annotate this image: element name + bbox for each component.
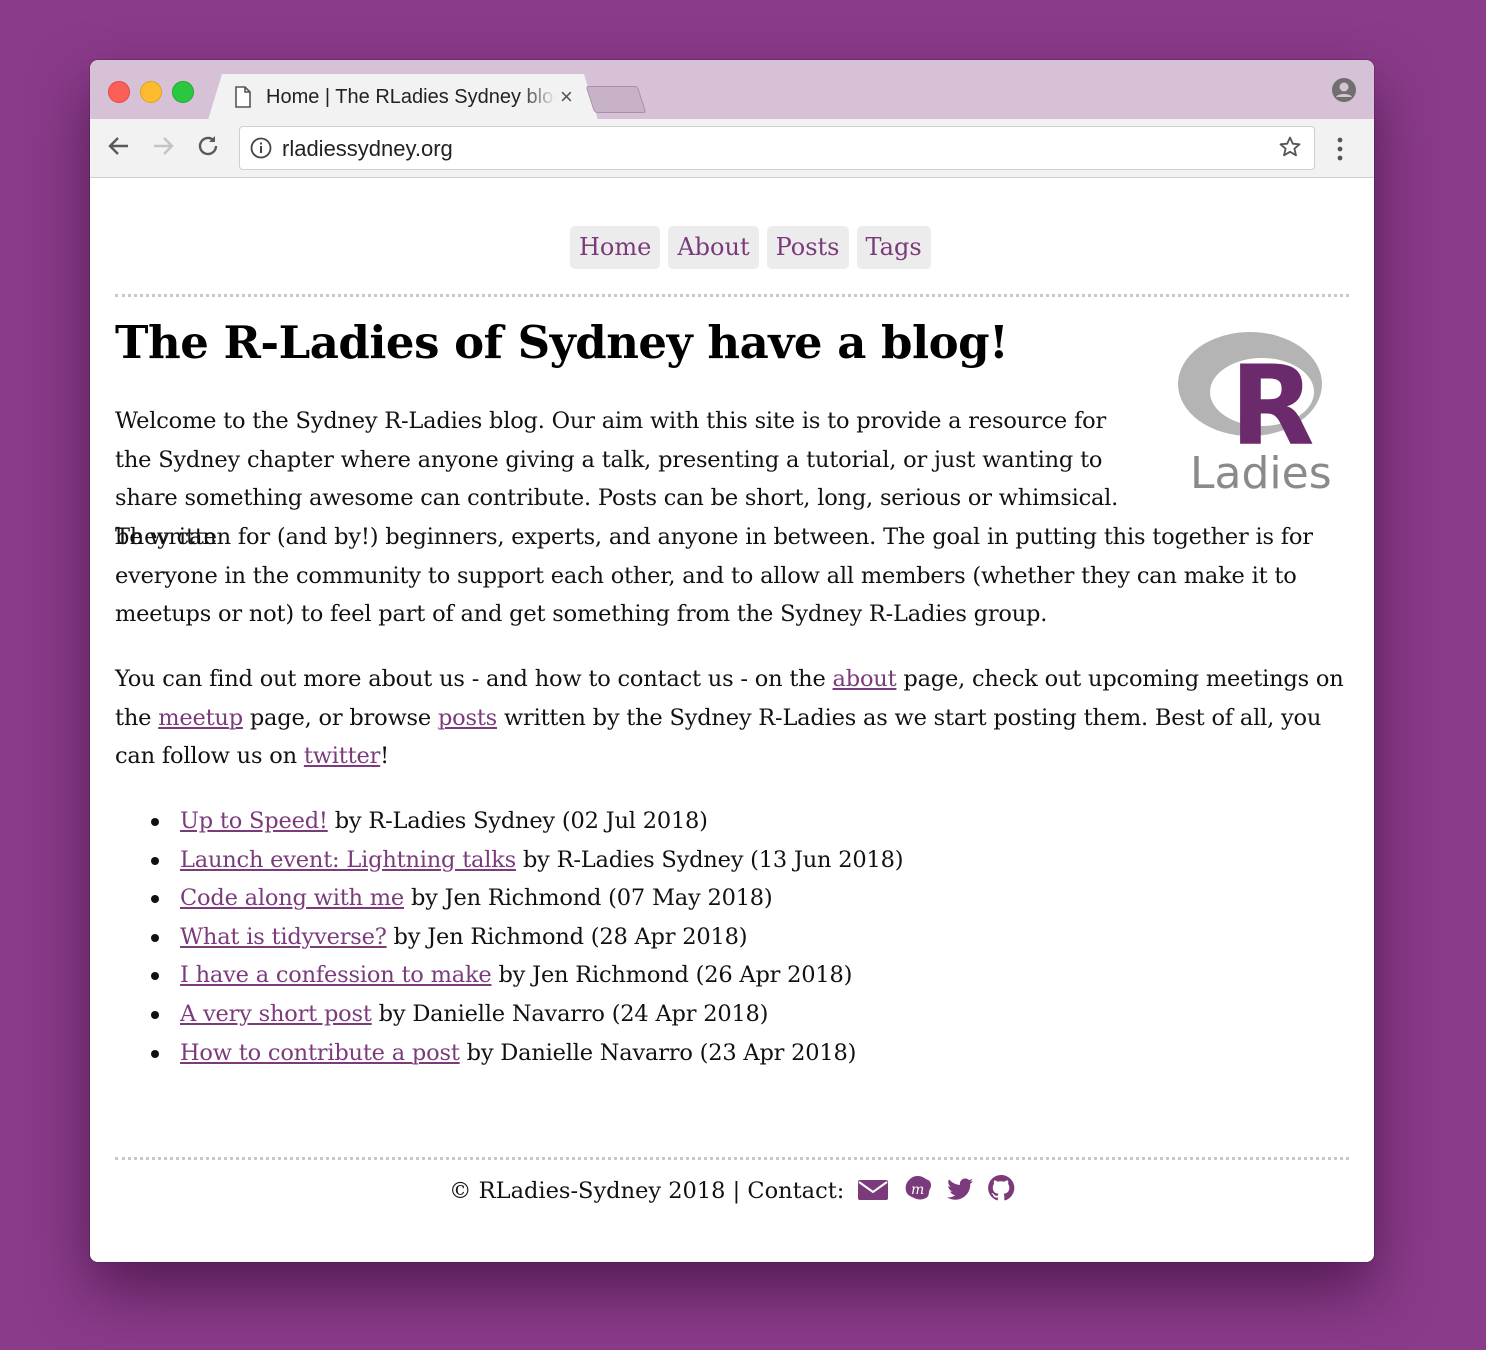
meetup-link[interactable]: meetup bbox=[158, 705, 243, 731]
window-maximize-button[interactable] bbox=[172, 81, 194, 103]
footer-divider bbox=[115, 1157, 1349, 1160]
nav-home[interactable]: Home bbox=[570, 226, 661, 269]
post-link[interactable]: A very short post bbox=[180, 1001, 372, 1027]
browser-tab[interactable]: Home | The RLadies Sydney blog × bbox=[208, 74, 598, 120]
posts-link[interactable]: posts bbox=[438, 705, 497, 731]
profile-icon[interactable] bbox=[1331, 77, 1357, 103]
tab-close-icon[interactable]: × bbox=[560, 84, 573, 110]
footer-text: © RLadies-Sydney 2018 | Contact: bbox=[449, 1178, 845, 1204]
twitter-icon[interactable] bbox=[946, 1178, 974, 1208]
site-footer: © RLadies-Sydney 2018 | Contact: m bbox=[90, 1174, 1374, 1208]
post-meta: by Jen Richmond (07 May 2018) bbox=[404, 885, 773, 912]
post-meta: by Danielle Navarro (23 Apr 2018) bbox=[459, 1039, 857, 1066]
bookmark-star-icon[interactable] bbox=[1278, 135, 1302, 164]
intro-paragraph-continued: be written for (and by!) beginners, expe… bbox=[115, 524, 1313, 628]
meetup-icon[interactable]: m bbox=[903, 1174, 933, 1208]
nav-tags[interactable]: Tags bbox=[856, 226, 931, 269]
list-item: What is tidyverse? by Jen Richmond (28 A… bbox=[150, 918, 903, 957]
info-icon[interactable] bbox=[250, 137, 272, 164]
list-item: How to contribute a post by Danielle Nav… bbox=[150, 1034, 903, 1073]
document-icon bbox=[234, 86, 252, 113]
list-item: I have a confession to make by Jen Richm… bbox=[150, 956, 903, 995]
post-meta: by Jen Richmond (28 Apr 2018) bbox=[386, 923, 748, 950]
post-link[interactable]: Code along with me bbox=[180, 885, 404, 911]
list-item: Launch event: Lightning talks by R-Ladie… bbox=[150, 841, 904, 880]
about-link[interactable]: about bbox=[833, 666, 897, 692]
rladies-logo: R Ladies bbox=[1172, 326, 1332, 500]
list-item: Up to Speed! by R-Ladies Sydney (02 Jul … bbox=[150, 802, 903, 841]
back-arrow-icon[interactable] bbox=[106, 133, 132, 164]
browser-window: Home | The RLadies Sydney blog × rladies… bbox=[90, 60, 1374, 1262]
url-text[interactable]: rladiessydney.org bbox=[282, 136, 453, 162]
post-meta: by Jen Richmond (26 Apr 2018) bbox=[491, 962, 853, 989]
browser-toolbar: rladiessydney.org bbox=[90, 119, 1374, 178]
github-icon[interactable] bbox=[987, 1174, 1015, 1208]
nav-posts[interactable]: Posts bbox=[766, 226, 849, 269]
divider bbox=[115, 294, 1349, 297]
site-nav: Home About Posts Tags bbox=[570, 226, 931, 269]
more-text-3: page, or browse bbox=[242, 704, 438, 731]
post-link[interactable]: Up to Speed! bbox=[180, 808, 328, 834]
svg-text:m: m bbox=[911, 1182, 924, 1198]
list-item: A very short post by Danielle Navarro (2… bbox=[150, 995, 903, 1034]
posts-list: Up to Speed! by R-Ladies Sydney (02 Jul … bbox=[150, 802, 904, 1073]
logo-text: Ladies bbox=[1190, 448, 1332, 496]
post-meta: by Danielle Navarro (24 Apr 2018) bbox=[371, 1000, 769, 1027]
more-text-1: You can find out more about us - and how… bbox=[115, 666, 833, 692]
forward-arrow-icon[interactable] bbox=[150, 133, 176, 164]
tab-title: Home | The RLadies Sydney blog bbox=[266, 86, 556, 108]
envelope-icon[interactable] bbox=[857, 1178, 889, 1208]
more-paragraph: You can find out more about us - and how… bbox=[115, 660, 1349, 776]
twitter-link[interactable]: twitter bbox=[304, 743, 380, 769]
nav-about[interactable]: About bbox=[668, 226, 759, 269]
web-page: Home About Posts Tags The R-Ladies of Sy… bbox=[90, 178, 1374, 1262]
post-link[interactable]: I have a confession to make bbox=[180, 962, 492, 988]
post-link[interactable]: What is tidyverse? bbox=[180, 924, 387, 950]
post-meta: by R-Ladies Sydney (13 Jun 2018) bbox=[516, 846, 904, 873]
address-bar[interactable]: rladiessydney.org bbox=[239, 126, 1315, 170]
post-link[interactable]: Launch event: Lightning talks bbox=[180, 847, 516, 873]
new-tab-button[interactable] bbox=[585, 86, 647, 113]
list-item: Code along with me by Jen Richmond (07 M… bbox=[150, 879, 903, 918]
more-text-5: ! bbox=[380, 743, 389, 770]
tab-strip: Home | The RLadies Sydney blog × bbox=[90, 60, 1374, 120]
post-link[interactable]: How to contribute a post bbox=[180, 1040, 460, 1066]
window-close-button[interactable] bbox=[108, 81, 130, 103]
reload-icon[interactable] bbox=[195, 133, 221, 164]
window-minimize-button[interactable] bbox=[140, 81, 162, 103]
menu-dots-icon[interactable] bbox=[1335, 136, 1345, 167]
page-title: The R-Ladies of Sydney have a blog! bbox=[115, 316, 1009, 369]
post-meta: by R-Ladies Sydney (02 Jul 2018) bbox=[327, 808, 708, 834]
